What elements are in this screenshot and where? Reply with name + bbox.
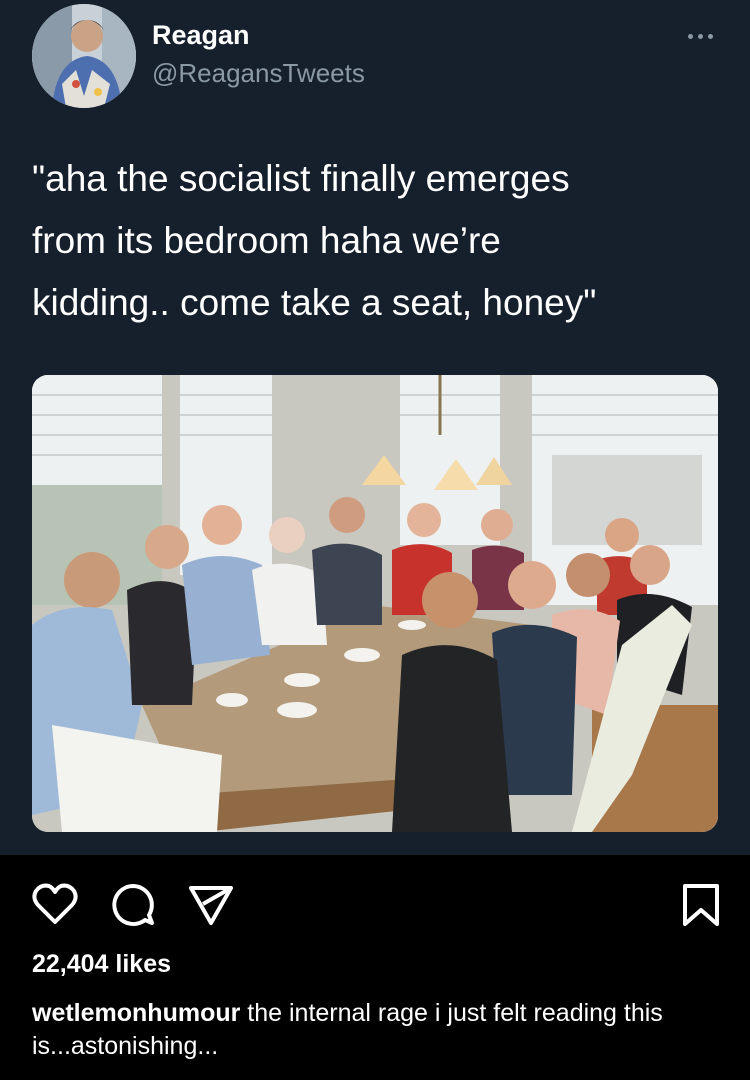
comment-icon[interactable] xyxy=(108,880,158,930)
family-dinner-photo[interactable] xyxy=(32,375,718,832)
caption-username[interactable]: wetlemonhumour xyxy=(32,999,240,1027)
heart-icon[interactable] xyxy=(30,880,80,930)
post-action-bar xyxy=(0,870,750,940)
likes-count[interactable]: 22,404 likes xyxy=(32,950,171,979)
author-name[interactable]: Reagan xyxy=(152,20,250,51)
avatar[interactable] xyxy=(32,4,136,108)
share-icon[interactable] xyxy=(186,880,236,930)
tweet-card: Reagan @ReagansTweets "aha the socialist… xyxy=(0,0,750,855)
bookmark-icon[interactable] xyxy=(676,880,726,930)
more-horizontal-icon[interactable] xyxy=(684,26,716,46)
post-caption: wetlemonhumour the internal rage i just … xyxy=(32,997,722,1063)
author-handle[interactable]: @ReagansTweets xyxy=(152,58,365,89)
tweet-text: "aha the socialist finally emerges from … xyxy=(32,158,597,323)
